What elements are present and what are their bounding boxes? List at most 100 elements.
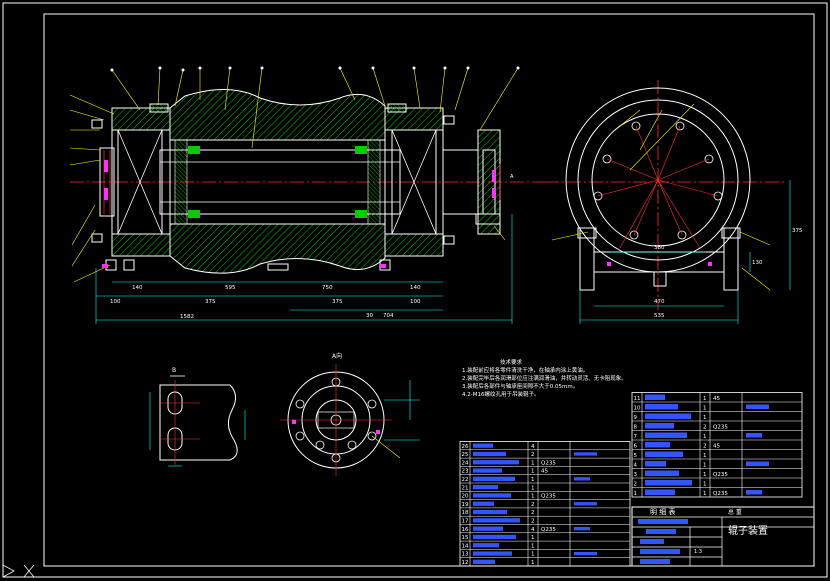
bom-row-no: 17 xyxy=(462,519,469,525)
bom-row-no: 16 xyxy=(462,527,469,533)
bom-row-name-redacted xyxy=(473,443,493,448)
dim-30: 30 xyxy=(366,313,373,319)
bom-row-name-redacted xyxy=(645,489,675,495)
tech-req-line-3: 3.装配后各部件与轴承座间隙不大于0.05mm。 xyxy=(462,382,578,390)
dim-375-side: 375 xyxy=(792,228,803,234)
bom-row-note-redacted xyxy=(746,404,769,409)
bom-row-name-redacted xyxy=(473,509,507,515)
bom-row-material: Q235 xyxy=(541,527,556,533)
bom-row-note-redacted xyxy=(574,452,597,456)
bom-left-table: 26 425 224 1 Q23523 1 4522 121 120 1 Q23519 218 217 2… xyxy=(459,441,631,567)
bom-row-no: 1 xyxy=(634,491,638,497)
bom-row-qty: 1 xyxy=(531,552,535,558)
corner-marker xyxy=(2,564,35,578)
dim-100-left: 100 xyxy=(110,299,121,305)
tech-req-title: 技术要求 xyxy=(500,358,523,366)
bom-row-no: 23 xyxy=(462,469,469,475)
view-b: B xyxy=(149,367,246,467)
bom-row-no: 14 xyxy=(462,543,469,549)
bom-row-name-redacted xyxy=(473,485,498,490)
dim-750: 750 xyxy=(322,285,333,291)
bom-row-qty: 1 xyxy=(703,463,707,469)
view-b-label: B xyxy=(172,367,176,374)
bom-row-qty: 1 xyxy=(703,482,707,488)
bom-row-material: 45 xyxy=(713,396,720,402)
dim-140-left: 140 xyxy=(132,285,143,291)
bom-row-qty: 1 xyxy=(531,460,535,466)
bom-row-name-redacted xyxy=(473,543,499,548)
sheet-inner-border xyxy=(43,13,815,567)
bom-row-no: 24 xyxy=(462,460,469,466)
drawing-title: 辊子装置 xyxy=(728,524,768,537)
dim-380: 380 xyxy=(654,245,665,251)
bom-row-no: 18 xyxy=(462,510,469,516)
bom-row-qty: 1 xyxy=(531,477,535,483)
bom-row-name-redacted xyxy=(473,476,515,481)
bom-row-name-redacted xyxy=(473,526,503,531)
bom-row-no: 7 xyxy=(634,434,638,440)
bom-row-note-redacted xyxy=(574,551,597,556)
bom-row-name-redacted xyxy=(645,404,678,410)
bom-row-no: 8 xyxy=(634,425,638,431)
bom-row-name-redacted xyxy=(473,534,516,540)
bom-row-name-redacted xyxy=(473,460,519,465)
bom-row-qty: 1 xyxy=(703,434,707,440)
bom-row-material: Q235 xyxy=(541,494,556,500)
bom-row-qty: 1 xyxy=(703,453,707,459)
bom-row-qty: 2 xyxy=(531,452,535,458)
bom-row-qty: 1 xyxy=(703,472,707,478)
bom-row-qty: 2 xyxy=(703,425,707,431)
bom-row-no: 13 xyxy=(462,552,469,558)
bom-row-qty: 1 xyxy=(531,494,535,500)
bom-row-no: 19 xyxy=(462,502,469,508)
bom-row-qty: 1 xyxy=(531,485,535,491)
bom-row-qty: 2 xyxy=(531,519,535,525)
bom-row-no: 15 xyxy=(462,535,469,541)
bom-row-no: 11 xyxy=(634,396,641,402)
bom-row-qty: 1 xyxy=(531,535,535,541)
view-a: A向 xyxy=(280,352,420,476)
bom-row-name-redacted xyxy=(645,442,670,448)
bom-row-qty: 1 xyxy=(703,396,707,402)
bom-header: 明 细 表 xyxy=(650,507,675,516)
bom-row-no: 10 xyxy=(634,406,641,412)
bom-row-no: 20 xyxy=(462,494,469,500)
bom-row-no: 3 xyxy=(634,472,638,478)
bom-row-name-redacted xyxy=(473,518,520,523)
tech-req-line-2: 2.装配完毕后各润滑部位应注满润滑油，并转动灵活、无卡阻现象。 xyxy=(462,374,627,382)
bom-row-name-redacted xyxy=(645,394,665,400)
bom-row-qty: 2 xyxy=(531,502,535,508)
bom-row-qty: 2 xyxy=(531,510,535,516)
dim-470: 470 xyxy=(654,299,665,305)
bom-row-name-redacted xyxy=(473,468,502,473)
bom-row-name-redacted xyxy=(645,432,687,438)
tech-requirements: 技术要求 1.装配前应将各零件清洗干净，在轴承内涂上黄油。 2.装配完毕后各润滑… xyxy=(462,358,627,398)
bom-right-table: 11 1 4510 19 18 2 Q2357 16 2 455 14 13 1 Q2352 11 1 Q235 xyxy=(631,392,803,498)
bom-row-note-redacted xyxy=(746,461,769,466)
dim-375-right: 375 xyxy=(332,299,343,305)
bom-row-name-redacted xyxy=(473,493,511,498)
dim-535: 535 xyxy=(654,313,665,319)
bom-row-material: Q235 xyxy=(541,460,556,466)
bom-row-name-redacted xyxy=(473,559,495,564)
cad-drawing-canvas: 140 100 375 595 750 375 140 100 30 704 1… xyxy=(2,2,828,578)
bom-row-material: Q235 xyxy=(713,425,728,431)
bom-row-note-redacted xyxy=(574,502,597,506)
tech-req-line-4: 4.2-M16螺纹孔用于吊装辊子。 xyxy=(462,390,539,398)
bom-row-name-redacted xyxy=(645,461,666,467)
bom-row-no: 12 xyxy=(462,560,469,566)
dim-375-left: 375 xyxy=(205,299,216,305)
bom-row-name-redacted xyxy=(473,451,506,457)
bom-row-no: 22 xyxy=(462,477,469,483)
bom-row-material: Q235 xyxy=(713,472,728,478)
side-view: 380 470 535 130 375 xyxy=(545,80,803,324)
tech-req-line-1: 1.装配前应将各零件清洗干净，在轴承内涂上黄油。 xyxy=(462,366,588,374)
bom-row-name-redacted xyxy=(645,423,674,429)
bom-row-note-redacted xyxy=(746,433,762,438)
dim-704: 704 xyxy=(383,313,394,319)
bom-row-name-redacted xyxy=(645,470,679,476)
bom-row-name-redacted xyxy=(473,551,512,556)
bom-row-no: 21 xyxy=(462,485,469,491)
dim-130: 130 xyxy=(752,260,763,266)
title-block: 明 细 表 总 重 辊子装置 1:3 xyxy=(631,506,815,567)
